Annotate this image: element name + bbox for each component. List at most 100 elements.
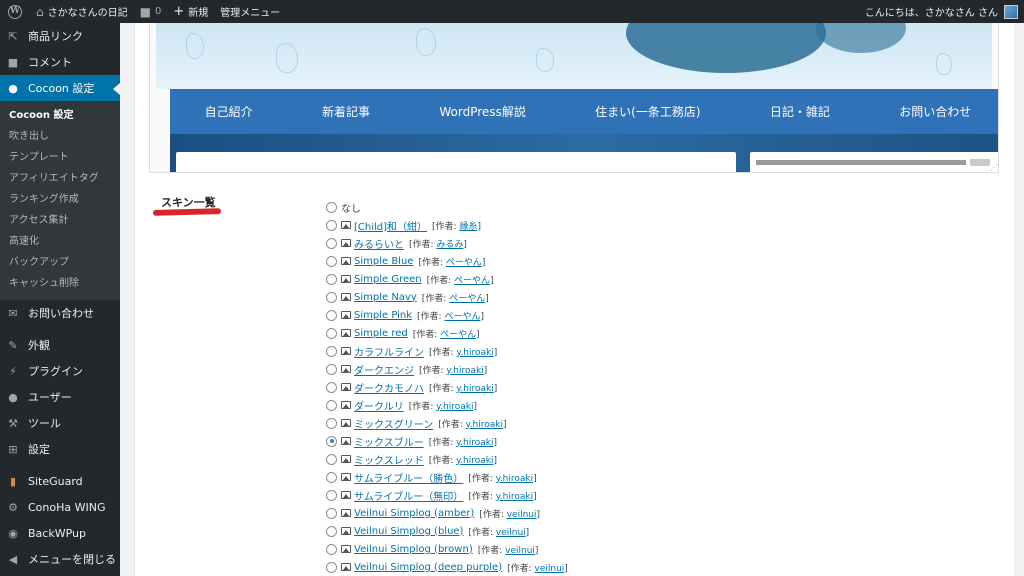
author-link[interactable]: ぺーやん xyxy=(449,294,485,304)
skin-radio[interactable] xyxy=(326,309,337,321)
skin-radio[interactable] xyxy=(326,489,337,501)
skin-option[interactable]: Simple red [作者: ぺーやん] xyxy=(326,324,1006,342)
sidebar-item-siteguard[interactable]: ▮ SiteGuard xyxy=(0,468,120,494)
skin-name-link[interactable]: Veilnui Simplog (brown) xyxy=(354,544,473,555)
skin-option[interactable]: Veilnui Simplog (brown) [作者: veilnui] xyxy=(326,540,1006,558)
image-icon[interactable] xyxy=(341,347,351,355)
skin-option[interactable]: Veilnui Simplog (amber) [作者: veilnui] xyxy=(326,504,1006,522)
submenu-item-speech-balloon[interactable]: 吹き出し xyxy=(0,126,120,147)
image-icon[interactable] xyxy=(341,311,351,319)
skin-name-link[interactable]: ミックスブルー xyxy=(354,434,424,449)
sidebar-item-comments[interactable]: ■ コメント xyxy=(0,49,120,75)
skin-option[interactable]: Veilnui Simplog (blue) [作者: veilnui] xyxy=(326,522,1006,540)
wordpress-logo-icon[interactable]: W xyxy=(0,0,30,23)
image-icon[interactable] xyxy=(341,329,351,337)
author-link[interactable]: 縁糸 xyxy=(459,222,477,232)
skin-option[interactable]: カラフルライン [作者: y.hiroaki] xyxy=(326,342,1006,360)
sidebar-item-product-links[interactable]: ⇱ 商品リンク xyxy=(0,23,120,49)
sidebar-item-conoha-wing[interactable]: ⚙ ConoHa WING xyxy=(0,494,120,520)
image-icon[interactable] xyxy=(341,563,351,571)
submenu-item-backup[interactable]: バックアップ xyxy=(0,252,120,273)
skin-option[interactable]: ダークカモノハ [作者: y.hiroaki] xyxy=(326,378,1006,396)
author-link[interactable]: y.hiroaki xyxy=(496,492,533,502)
skin-name-link[interactable]: みるらいと xyxy=(354,236,404,251)
image-icon[interactable] xyxy=(341,293,351,301)
skin-name-link[interactable]: ダークカモノハ xyxy=(354,380,424,395)
skin-name-link[interactable]: Simple Pink xyxy=(354,310,412,321)
author-link[interactable]: veilnui xyxy=(496,528,526,538)
skin-radio[interactable] xyxy=(326,507,337,519)
sidebar-item-tools[interactable]: ⚒ ツール xyxy=(0,410,120,436)
skin-option[interactable]: Veilnui Simplog (deep purple) [作者: veilnu… xyxy=(326,558,1006,576)
skin-radio[interactable] xyxy=(326,417,337,429)
author-link[interactable]: y.hiroaki xyxy=(446,366,483,376)
sidebar-item-backwpup[interactable]: ◉ BackWPup xyxy=(0,520,120,546)
author-link[interactable]: veilnui xyxy=(505,546,535,556)
image-icon[interactable] xyxy=(341,401,351,409)
skin-radio[interactable] xyxy=(326,435,337,447)
skin-option[interactable]: ダークルリ [作者: y.hiroaki] xyxy=(326,396,1006,414)
sidebar-item-plugins[interactable]: ⚡ プラグイン xyxy=(0,358,120,384)
author-link[interactable]: y.hiroaki xyxy=(456,384,493,394)
author-link[interactable]: veilnui xyxy=(507,510,537,520)
skin-radio[interactable] xyxy=(326,525,337,537)
skin-radio[interactable] xyxy=(326,255,337,267)
my-account[interactable]: こんにちは、さかなさん さん xyxy=(859,0,1024,23)
skin-radio[interactable] xyxy=(326,219,337,231)
submenu-item-access-stats[interactable]: アクセス集計 xyxy=(0,210,120,231)
image-icon[interactable] xyxy=(341,455,351,463)
skin-option[interactable]: サムライブルー（無印） [作者: y.hiroaki] xyxy=(326,486,1006,504)
submenu-item-affiliate-tag[interactable]: アフィリエイトタグ xyxy=(0,168,120,189)
sidebar-item-users[interactable]: ● ユーザー xyxy=(0,384,120,410)
image-icon[interactable] xyxy=(341,545,351,553)
image-icon[interactable] xyxy=(341,257,351,265)
image-icon[interactable] xyxy=(341,419,351,427)
skin-option[interactable]: ダークエンジ [作者: y.hiroaki] xyxy=(326,360,1006,378)
sidebar-item-cocoon-settings[interactable]: ● Cocoon 設定 xyxy=(0,75,120,101)
submenu-item-speedup[interactable]: 高速化 xyxy=(0,231,120,252)
skin-radio[interactable] xyxy=(326,363,337,375)
skin-radio[interactable] xyxy=(326,327,337,339)
skin-option[interactable]: ミックスグリーン [作者: y.hiroaki] xyxy=(326,414,1006,432)
skin-option[interactable]: Simple Pink [作者: ぺーやん] xyxy=(326,306,1006,324)
skin-name-link[interactable]: Simple Blue xyxy=(354,256,413,267)
image-icon[interactable] xyxy=(341,221,351,229)
sidebar-item-settings[interactable]: ⊞ 設定 xyxy=(0,436,120,462)
comments-link[interactable]: ■ 0 xyxy=(134,0,168,23)
image-icon[interactable] xyxy=(341,473,351,481)
skin-radio[interactable] xyxy=(326,399,337,411)
author-link[interactable]: ぺーやん xyxy=(446,258,482,268)
skin-name-link[interactable]: ミックスグリーン xyxy=(354,416,433,431)
skin-radio[interactable] xyxy=(326,291,337,303)
author-link[interactable]: y.hiroaki xyxy=(436,402,473,412)
author-link[interactable]: y.hiroaki xyxy=(456,348,493,358)
resize-handle-icon[interactable]: ⋰ xyxy=(990,163,998,172)
admin-menu-link[interactable]: 管理メニュー xyxy=(214,0,286,23)
skin-option[interactable]: サムライブルー（勝色） [作者: y.hiroaki] xyxy=(326,468,1006,486)
author-link[interactable]: y.hiroaki xyxy=(456,438,493,448)
new-content-link[interactable]: + 新規 xyxy=(167,0,214,23)
skin-option[interactable]: ミックスブルー [作者: y.hiroaki] xyxy=(326,432,1006,450)
site-name-link[interactable]: ⌂ さかなさんの日記 xyxy=(30,0,134,23)
skin-option[interactable]: [Child]和（紺） [作者: 縁糸] xyxy=(326,216,1006,234)
image-icon[interactable] xyxy=(341,509,351,517)
image-icon[interactable] xyxy=(341,275,351,283)
skin-name-link[interactable]: サムライブルー（無印） xyxy=(354,488,463,503)
skin-name-link[interactable]: [Child]和（紺） xyxy=(354,218,427,233)
skin-radio[interactable] xyxy=(326,237,337,249)
skin-radio[interactable] xyxy=(326,543,337,555)
sidebar-item-contact[interactable]: ✉ お問い合わせ xyxy=(0,300,120,326)
skin-name-link[interactable]: Simple Navy xyxy=(354,292,417,303)
skin-radio[interactable] xyxy=(326,381,337,393)
submenu-item-cocoon-settings[interactable]: Cocoon 設定 xyxy=(0,105,120,126)
author-link[interactable]: veilnui xyxy=(535,564,565,574)
skin-name-link[interactable]: Veilnui Simplog (amber) xyxy=(354,508,474,519)
skin-option[interactable]: Simple Navy [作者: ぺーやん] xyxy=(326,288,1006,306)
skin-option-none[interactable]: なし xyxy=(326,198,1006,216)
author-link[interactable]: ぺーやん xyxy=(444,312,480,322)
skin-radio[interactable] xyxy=(326,201,337,213)
image-icon[interactable] xyxy=(341,383,351,391)
skin-name-link[interactable]: ダークルリ xyxy=(354,398,404,413)
submenu-item-ranking[interactable]: ランキング作成 xyxy=(0,189,120,210)
skin-name-link[interactable]: ミックスレッド xyxy=(354,452,424,467)
